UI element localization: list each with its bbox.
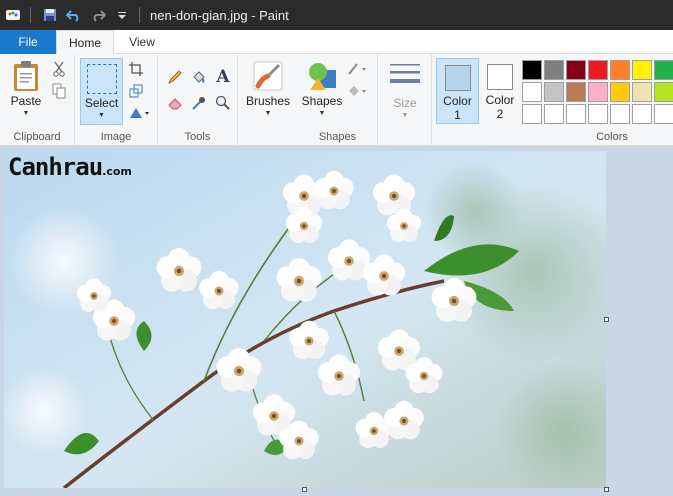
color-1-label: Color: [443, 94, 472, 108]
palette-swatch[interactable]: [588, 104, 608, 124]
palette-swatch[interactable]: [654, 60, 673, 80]
shapes-group-label: Shapes: [318, 131, 357, 143]
size-label: Size: [393, 96, 417, 110]
palette-swatch[interactable]: [632, 82, 652, 102]
palette-swatch[interactable]: [610, 104, 630, 124]
drawing-canvas[interactable]: Canhrau.com: [4, 151, 606, 488]
clipboard-icon: [14, 61, 38, 91]
pencil-icon[interactable]: [166, 68, 184, 86]
tools-group: A Tools: [158, 54, 238, 146]
palette-swatch[interactable]: [544, 60, 564, 80]
clipboard-group: Paste ▼ Clipboard: [0, 54, 75, 146]
resize-handle-right[interactable]: [604, 317, 609, 322]
tab-file[interactable]: File: [0, 30, 56, 54]
magnifier-icon[interactable]: [214, 94, 232, 112]
color-2-number: 2: [496, 107, 504, 121]
outline-icon[interactable]: [346, 60, 370, 78]
paste-label: Paste: [10, 94, 42, 108]
watermark-domain: .com: [102, 165, 132, 178]
select-button[interactable]: Select ▼: [80, 58, 123, 125]
resize-handle-corner[interactable]: [604, 487, 609, 492]
size-button[interactable]: Size ▼: [385, 62, 425, 119]
color-1-swatch: [444, 65, 471, 91]
eraser-icon[interactable]: [166, 94, 184, 112]
tab-home[interactable]: Home: [56, 30, 114, 55]
resize-handle-bottom[interactable]: [302, 487, 307, 492]
palette-swatch[interactable]: [588, 60, 608, 80]
palette-swatch[interactable]: [654, 104, 673, 124]
window-title: nen-don-gian.jpg - Paint: [150, 7, 289, 23]
color-palette: [521, 59, 673, 125]
color-picker-icon[interactable]: [190, 94, 208, 112]
fill-bucket-icon[interactable]: [190, 68, 208, 86]
color-2-button[interactable]: Color 2: [481, 58, 519, 124]
palette-swatch[interactable]: [566, 60, 586, 80]
crop-icon[interactable]: [127, 60, 145, 78]
image-group-label: Image: [100, 131, 132, 143]
brush-icon: [253, 61, 283, 91]
ribbon-tabs: File Home View: [0, 30, 673, 55]
palette-swatch[interactable]: [522, 104, 542, 124]
redo-icon[interactable]: [87, 4, 109, 26]
cherry-blossom-photo: [4, 151, 606, 488]
brushes-button[interactable]: Brushes ▼: [244, 60, 292, 117]
selection-rectangle-icon: [86, 64, 117, 94]
workspace: Canhrau.com: [0, 147, 673, 496]
title-bar: nen-don-gian.jpg - Paint: [0, 0, 673, 30]
chevron-down-icon: ▼: [401, 112, 409, 119]
select-label: Select: [84, 96, 119, 110]
palette-swatch[interactable]: [632, 60, 652, 80]
copy-icon[interactable]: [50, 82, 68, 100]
quick-access-toolbar: [0, 0, 146, 30]
save-icon[interactable]: [39, 4, 61, 26]
separator: [30, 7, 31, 23]
brushes-label: Brushes: [245, 94, 291, 108]
palette-swatch[interactable]: [610, 60, 630, 80]
chevron-down-icon: ▼: [98, 112, 105, 119]
shapes-icon: [309, 63, 336, 90]
shapes-label: Shapes: [301, 94, 343, 108]
watermark-logo: Canhrau.com: [8, 153, 132, 181]
colors-group: Color 1 Color 2 Colors: [432, 54, 673, 146]
palette-swatch[interactable]: [610, 82, 630, 102]
tools-group-label: Tools: [184, 131, 211, 143]
palette-swatch[interactable]: [522, 60, 542, 80]
line-width-icon: [390, 64, 420, 83]
undo-icon[interactable]: [63, 4, 85, 26]
palette-swatch[interactable]: [654, 82, 673, 102]
size-group: Size ▼: [378, 54, 432, 146]
palette-swatch[interactable]: [632, 104, 652, 124]
resize-icon[interactable]: [127, 82, 145, 100]
chevron-down-icon: ▼: [318, 110, 326, 117]
palette-swatch[interactable]: [544, 104, 564, 124]
customize-toolbar-icon[interactable]: [111, 4, 133, 26]
ribbon: Paste ▼ Clipboard Select ▼ Image A Tools…: [0, 54, 673, 146]
color-2-label: Color: [485, 93, 515, 107]
cut-icon[interactable]: [50, 60, 68, 78]
clipboard-group-label: Clipboard: [13, 131, 61, 143]
color-1-number: 1: [454, 108, 461, 122]
palette-swatch[interactable]: [588, 82, 608, 102]
brushes-group: Brushes ▼: [238, 54, 298, 146]
tab-view[interactable]: View: [114, 30, 170, 54]
chevron-down-icon: ▼: [22, 110, 30, 117]
separator: [139, 7, 140, 23]
colors-group-label: Colors: [596, 131, 628, 143]
palette-swatch[interactable]: [522, 82, 542, 102]
watermark-text: Canhrau: [8, 153, 103, 181]
palette-swatch[interactable]: [566, 82, 586, 102]
shapes-button[interactable]: Shapes ▼: [300, 60, 344, 117]
shapes-group: Shapes ▼ Shapes: [298, 54, 378, 146]
color-1-button[interactable]: Color 1: [436, 58, 479, 124]
palette-swatch[interactable]: [566, 104, 586, 124]
paint-app-icon[interactable]: [2, 4, 24, 26]
palette-swatch[interactable]: [544, 82, 564, 102]
image-group: Select ▼ Image: [75, 54, 158, 146]
color-2-swatch: [487, 64, 513, 90]
fill-icon[interactable]: [346, 82, 370, 100]
rotate-icon[interactable]: [125, 104, 153, 122]
chevron-down-icon: ▼: [264, 110, 272, 117]
paste-button[interactable]: Paste ▼: [6, 60, 46, 117]
text-tool-icon[interactable]: A: [214, 67, 232, 87]
